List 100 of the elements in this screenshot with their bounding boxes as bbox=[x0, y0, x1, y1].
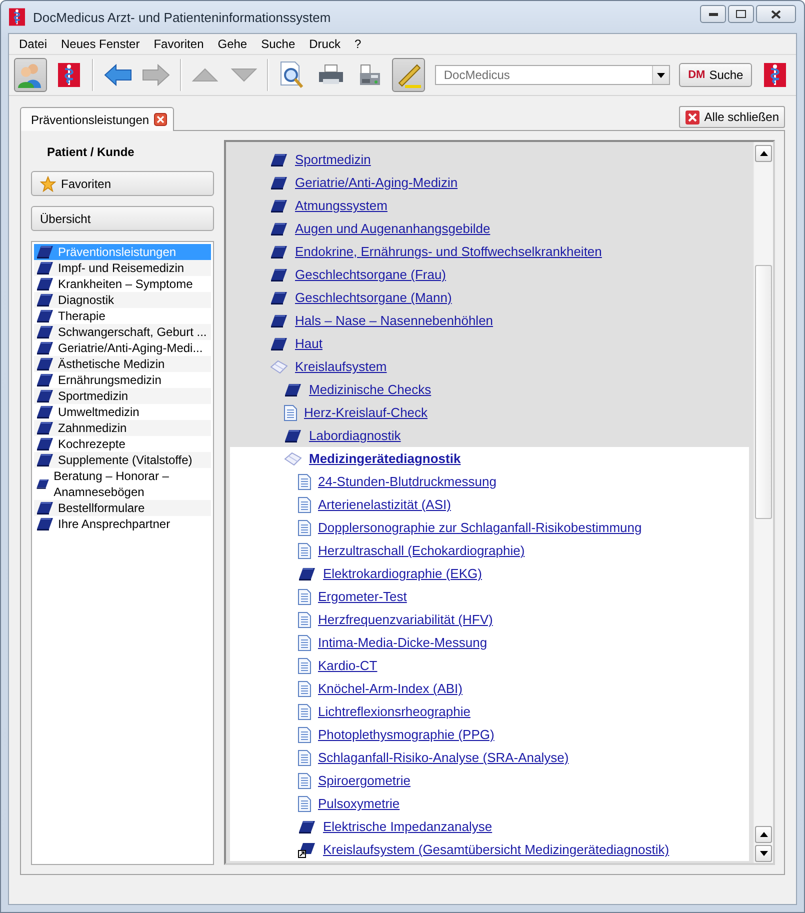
tree-link[interactable]: Lichtreflexionsrheographie bbox=[318, 704, 470, 719]
book-icon bbox=[270, 336, 288, 350]
document-icon bbox=[298, 542, 311, 558]
tree-link[interactable]: Kardio-CT bbox=[318, 658, 378, 673]
forward-arrow-icon bbox=[142, 64, 170, 86]
book-icon bbox=[36, 517, 54, 531]
category-item[interactable]: Impf- und Reisemedizin bbox=[34, 260, 211, 276]
scroll-thumb[interactable] bbox=[755, 265, 772, 519]
caduceus-logo-icon bbox=[764, 63, 786, 87]
category-item[interactable]: Ästhetische Medizin bbox=[34, 356, 211, 372]
tree-link[interactable]: Knöchel-Arm-Index (ABI) bbox=[318, 681, 462, 696]
book-icon bbox=[36, 357, 54, 371]
tree-link[interactable]: Hals – Nase – Nasennebenhöhlen bbox=[295, 313, 494, 328]
minimize-button[interactable] bbox=[700, 5, 726, 23]
tree-link[interactable]: Elektrokardiographie (EKG) bbox=[323, 566, 482, 581]
book-icon bbox=[270, 176, 288, 190]
document-icon bbox=[298, 634, 311, 650]
document-icon bbox=[298, 588, 311, 604]
menu-item[interactable]: Datei bbox=[12, 37, 54, 51]
close-icon bbox=[685, 110, 700, 124]
tree-link[interactable]: Geschlechtsorgane (Mann) bbox=[295, 290, 452, 305]
tree-link[interactable]: Kreislaufsystem (Gesamtübersicht Medizingerätediagnostik) bbox=[323, 842, 670, 857]
tree-link[interactable]: Arterienelastizität (ASI) bbox=[318, 497, 451, 512]
document-icon bbox=[298, 520, 311, 536]
tab[interactable]: Präventionsleistungen bbox=[20, 107, 174, 131]
scroll-up-icon bbox=[760, 832, 768, 837]
book-icon bbox=[36, 309, 54, 323]
close-button[interactable] bbox=[756, 5, 796, 23]
category-item[interactable]: Sportmedizin bbox=[34, 388, 211, 404]
tree-link[interactable]: Ergometer-Test bbox=[318, 589, 407, 604]
tree-link[interactable]: Spiroergometrie bbox=[318, 773, 410, 788]
scroll-up-icon bbox=[760, 151, 768, 156]
book-icon bbox=[298, 566, 316, 580]
close-tab-icon[interactable] bbox=[154, 113, 168, 126]
menu-item[interactable]: ? bbox=[347, 37, 368, 51]
tree-link[interactable]: Herzfrequenzvariabilität (HFV) bbox=[318, 612, 493, 627]
document-icon bbox=[298, 474, 311, 490]
book-icon bbox=[36, 373, 54, 387]
book-icon bbox=[36, 277, 54, 291]
open-book-icon bbox=[270, 360, 288, 374]
book-icon bbox=[270, 222, 288, 236]
down-triangle-icon bbox=[230, 68, 257, 82]
tree-link[interactable]: Elektrische Impedanzanalyse bbox=[323, 819, 492, 834]
book-icon bbox=[270, 152, 288, 166]
tree-link[interactable]: Kreislaufsystem bbox=[295, 359, 387, 374]
fax-machine-icon bbox=[358, 63, 382, 87]
menu-item[interactable]: Suche bbox=[254, 37, 302, 51]
search-button[interactable]: DM Suche bbox=[679, 63, 752, 87]
toolbar-button[interactable] bbox=[392, 58, 425, 92]
dropdown-caret-icon bbox=[657, 72, 666, 78]
tree-link[interactable]: Medizingerätediagnostik bbox=[309, 451, 461, 466]
vertical-scrollbar[interactable] bbox=[753, 142, 773, 863]
menu-item[interactable]: Favoriten bbox=[146, 37, 211, 51]
overview-button[interactable]: Übersicht bbox=[31, 206, 214, 231]
book-icon bbox=[36, 477, 50, 491]
close-all-button[interactable]: Alle schließen bbox=[679, 106, 785, 128]
tree-link[interactable]: Medizinische Checks bbox=[309, 382, 432, 397]
menu-item[interactable]: Neues Fenster bbox=[54, 37, 147, 51]
favorites-button[interactable]: Favoriten bbox=[31, 171, 214, 196]
book-icon bbox=[36, 261, 54, 275]
toolbar-button[interactable] bbox=[14, 58, 47, 92]
menu-item[interactable]: Druck bbox=[302, 37, 348, 51]
tree-link[interactable]: Augen und Augenanhangsgebilde bbox=[295, 221, 490, 236]
tree-link[interactable]: Geschlechtsorgane (Frau) bbox=[295, 267, 446, 282]
open-book-icon bbox=[284, 452, 302, 466]
category-item[interactable]: Bestellformulare bbox=[34, 500, 211, 516]
document-icon bbox=[298, 496, 311, 512]
tree-link[interactable]: Pulsoxymetrie bbox=[318, 796, 400, 811]
menu-item[interactable]: Gehe bbox=[210, 37, 254, 51]
tree-link[interactable]: Herz-Kreislauf-Check bbox=[304, 405, 428, 420]
tree-link[interactable]: Haut bbox=[295, 336, 322, 351]
printer-icon bbox=[317, 64, 346, 86]
book-icon bbox=[36, 421, 54, 435]
category-item[interactable]: Schwangerschaft, Geburt ... bbox=[34, 324, 211, 340]
tree-link[interactable]: Herzultraschall (Echokardiographie) bbox=[318, 543, 525, 558]
tree-link[interactable]: Endokrine, Ernährungs- und Stoffwechselkrankheiten bbox=[295, 244, 602, 259]
tree-link[interactable]: Dopplersonographie zur Schlaganfall-Risikobestimmung bbox=[318, 520, 642, 535]
category-item[interactable]: Supplemente (Vitalstoffe) bbox=[34, 452, 211, 468]
category-item[interactable]: Diagnostik bbox=[34, 292, 211, 308]
tree-link[interactable]: Labordiagnostik bbox=[309, 428, 401, 443]
tree-link[interactable]: Geriatrie/Anti-Aging-Medizin bbox=[295, 175, 458, 190]
search-combo-box[interactable]: DocMedicus bbox=[434, 65, 670, 85]
tree-link[interactable]: Atmungssystem bbox=[295, 198, 388, 213]
scroll-down-icon bbox=[760, 851, 768, 856]
book-icon bbox=[36, 341, 54, 355]
tree-link[interactable]: 24-Stunden-Blutdruckmessung bbox=[318, 474, 496, 489]
book-icon bbox=[36, 325, 54, 339]
magnifier-document-icon bbox=[280, 61, 304, 89]
tree-link[interactable]: Intima-Media-Dicke-Messung bbox=[318, 635, 488, 650]
book-icon bbox=[36, 437, 54, 451]
book-icon bbox=[36, 293, 54, 307]
tree-link[interactable]: Photoplethysmographie (PPG) bbox=[318, 727, 494, 742]
book-icon bbox=[270, 268, 288, 282]
category-item[interactable]: Zahnmedizin bbox=[34, 420, 211, 436]
tree-link[interactable]: Schlaganfall-Risiko-Analyse (SRA-Analyse) bbox=[318, 750, 569, 765]
book-icon bbox=[270, 314, 288, 328]
document-icon bbox=[298, 704, 311, 720]
maximize-button[interactable] bbox=[728, 5, 754, 23]
book-icon bbox=[270, 290, 288, 304]
tree-link[interactable]: Sportmedizin bbox=[295, 152, 371, 167]
